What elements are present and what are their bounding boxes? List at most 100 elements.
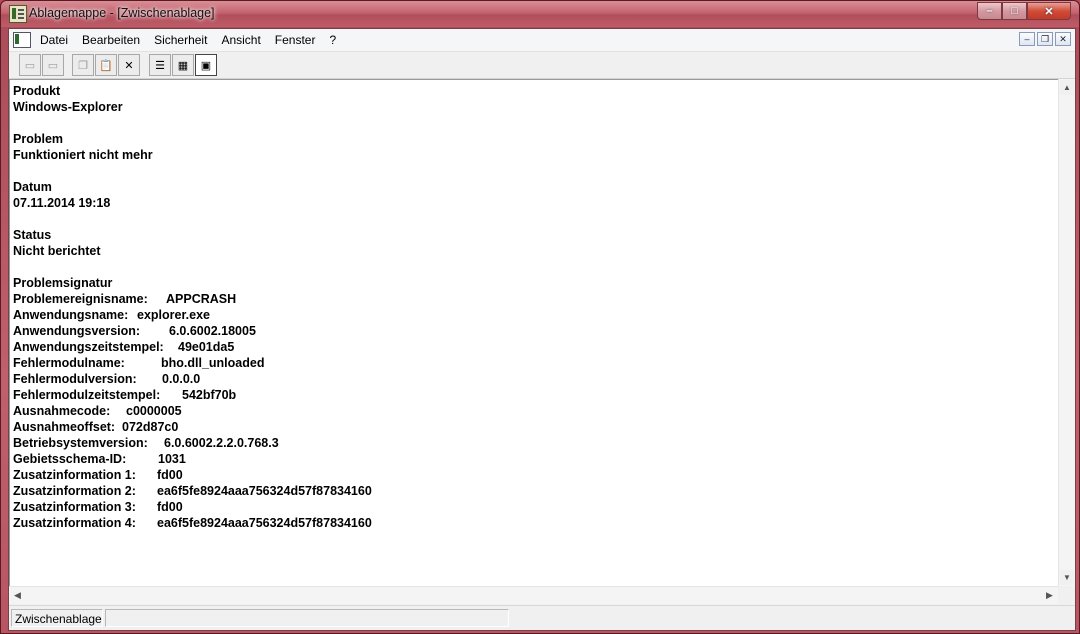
field-value: 6.0.6002.2.2.0.768.3 [164, 436, 279, 450]
field-label: Zusatzinformation 1: [13, 468, 136, 482]
minimize-icon: – [986, 5, 993, 17]
content-line: Nicht berichtet [13, 243, 372, 259]
field-value: 542bf70b [182, 388, 237, 402]
content-text: Status [13, 228, 52, 242]
content-line: Zusatzinformation 4: ea6f5fe8924aaa756324… [13, 515, 372, 531]
maximize-icon: □ [1011, 5, 1018, 17]
menu-items: Datei Bearbeiten Sicherheit Ansicht Fenster? [33, 29, 343, 51]
list-view-button[interactable]: ☰ [149, 54, 171, 76]
scroll-right-icon[interactable]: ▶ [1042, 588, 1057, 603]
vertical-scrollbar[interactable]: ▲ ▼ [1058, 79, 1075, 586]
paste-button[interactable]: 📋 [95, 54, 117, 76]
scrollbar-corner [1058, 586, 1075, 603]
menu-item-fenster[interactable]: Fenster [268, 29, 323, 51]
horizontal-scrollbar[interactable]: ◀ ▶ [9, 586, 1058, 604]
field-value: APPCRASH [166, 292, 237, 306]
content-line: Ausnahmeoffset: 072d87c0 [13, 419, 372, 435]
menu-item-bearbeiten[interactable]: Bearbeiten [75, 29, 147, 51]
window-title: Ablagemappe - [Zwischenablage] [29, 6, 215, 20]
content-line: Zusatzinformation 2: ea6f5fe8924aaa756324… [13, 483, 372, 499]
content-text: Problem [13, 132, 64, 146]
content-line: Zusatzinformation 3: fd00 [13, 499, 372, 515]
delete-button[interactable]: ✕ [118, 54, 140, 76]
status-pane-info [105, 609, 509, 627]
content-line [13, 259, 372, 275]
content-text: Windows-Explorer [13, 100, 123, 114]
full-page-view-icon: ▣ [200, 59, 212, 72]
field-value: ea6f5fe8924aaa756324d57f87834160 [157, 484, 372, 498]
connect-button[interactable]: ▭ [19, 54, 41, 76]
mdi-controls: – ❐ ✕ [1019, 32, 1071, 46]
field-label: Fehlermodulname: [13, 356, 125, 370]
content-line: Problemsignatur [13, 275, 372, 291]
field-label: Problemereignisname: [13, 292, 148, 306]
content-line: Problem [13, 131, 372, 147]
content-line: Produkt [13, 83, 372, 99]
content-text: 07.11.2014 19:18 [13, 196, 111, 210]
content-line: Anwendungszeitstempel: 49e01da5 [13, 339, 372, 355]
scroll-up-icon[interactable]: ▲ [1060, 80, 1074, 95]
field-value: 072d87c0 [122, 420, 179, 434]
clipboard-content[interactable]: Produkt Windows-Explorer Problem Funktionie… [9, 79, 1059, 586]
scroll-left-icon[interactable]: ◀ [10, 588, 25, 603]
toolbar-group-edit: ❐ 📋 ✕ [72, 54, 140, 76]
field-label: Zusatzinformation 3: [13, 500, 136, 514]
content-line: Gebietsschema-ID: 1031 [13, 451, 372, 467]
content-line [13, 115, 372, 131]
mdi-close-button[interactable]: ✕ [1055, 32, 1071, 46]
field-label: Fehlermodulzeitstempel: [13, 388, 161, 402]
content-line: 07.11.2014 19:18 [13, 195, 372, 211]
child-window-icon[interactable] [13, 32, 31, 48]
menu-item-sicherheit[interactable]: Sicherheit [147, 29, 214, 51]
status-bar: Zwischenablage [9, 605, 1075, 630]
mdi-restore-button[interactable]: ❐ [1037, 32, 1053, 46]
content-line: Fehlermodulname: bho.dll_unloaded [13, 355, 372, 371]
toolbar: ▭ ▭ ❐ 📋 ✕ ☰ ▦ ▣ [9, 52, 1075, 79]
table-view-icon: ▦ [177, 59, 189, 72]
maximize-button[interactable]: □ [1002, 2, 1027, 20]
field-value: 49e01da5 [178, 340, 235, 354]
clipbook-app-icon[interactable] [9, 5, 27, 23]
paste-icon: 📋 [99, 59, 113, 72]
application-window: Ablagemappe - [Zwischenablage] – □ ✕ Dat… [0, 0, 1080, 634]
content-line: Funktioniert nicht mehr [13, 147, 372, 163]
table-view-button[interactable]: ▦ [172, 54, 194, 76]
menu-bar: Datei Bearbeiten Sicherheit Ansicht Fenster?… [9, 29, 1075, 52]
menu-item-help[interactable]: ? [322, 29, 343, 51]
scroll-down-icon[interactable]: ▼ [1060, 570, 1074, 585]
content-line: Anwendungsversion: 6.0.6002.18005 [13, 323, 372, 339]
content-text: Nicht berichtet [13, 244, 101, 258]
delete-icon: ✕ [124, 59, 134, 72]
content-line: Betriebsystemversion: 6.0.6002.2.2.0.768.… [13, 435, 372, 451]
field-label: Betriebsystemversion: [13, 436, 148, 450]
content-line: Problemereignisname: APPCRASH [13, 291, 372, 307]
title-bar[interactable]: Ablagemappe - [Zwischenablage] – □ ✕ [1, 1, 1079, 27]
full-page-view-button[interactable]: ▣ [195, 54, 217, 76]
mdi-minimize-button[interactable]: – [1019, 32, 1035, 46]
copy-button[interactable]: ❐ [72, 54, 94, 76]
menu-item-datei[interactable]: Datei [33, 29, 75, 51]
field-label: Anwendungszeitstempel: [13, 340, 164, 354]
menu-item-ansicht[interactable]: Ansicht [214, 29, 267, 51]
content-line [13, 163, 372, 179]
field-value: explorer.exe [137, 308, 210, 322]
client-area: Datei Bearbeiten Sicherheit Ansicht Fenster?… [8, 28, 1076, 631]
close-button[interactable]: ✕ [1027, 2, 1071, 20]
field-value: 0.0.0.0 [162, 372, 201, 386]
content-line: Zusatzinformation 1: fd00 [13, 467, 372, 483]
toolbar-group-share: ▭ ▭ [19, 54, 64, 76]
field-value: fd00 [157, 500, 183, 514]
field-value: fd00 [157, 468, 183, 482]
field-label: Ausnahmecode: [13, 404, 111, 418]
disconnect-icon: ▭ [47, 59, 59, 72]
field-label: Fehlermodulversion: [13, 372, 137, 386]
field-value: c0000005 [126, 404, 182, 418]
list-view-icon: ☰ [155, 59, 165, 72]
content-line [13, 211, 372, 227]
content-text: Problemsignatur [13, 276, 113, 290]
minimize-button[interactable]: – [977, 2, 1002, 20]
clipboard-text: Produkt Windows-Explorer Problem Funktionie… [13, 83, 372, 531]
disconnect-button[interactable]: ▭ [42, 54, 64, 76]
field-label: Zusatzinformation 4: [13, 516, 136, 530]
status-pane-view: Zwischenablage [11, 609, 103, 627]
